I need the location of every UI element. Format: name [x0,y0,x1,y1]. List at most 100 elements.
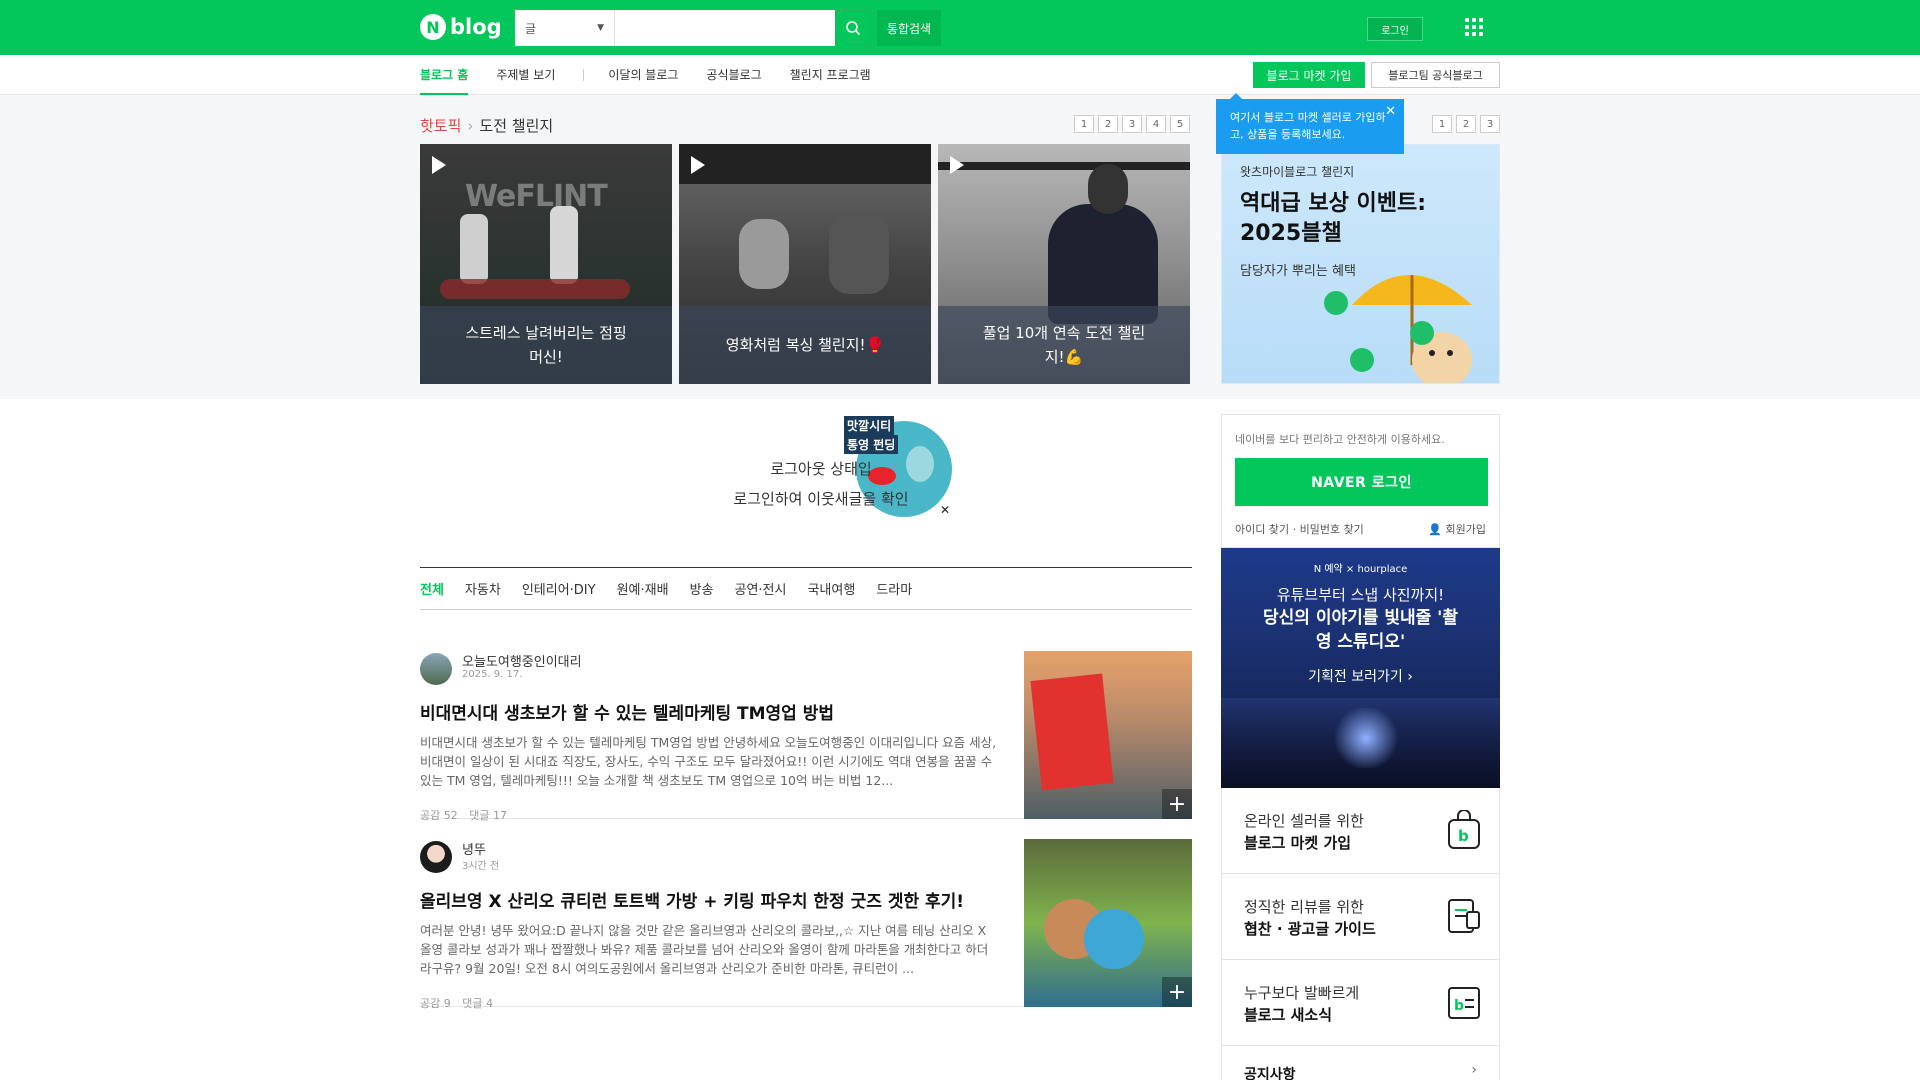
page-button[interactable]: 4 [1146,115,1166,133]
page-button[interactable]: 3 [1122,115,1142,133]
search-button[interactable] [835,10,871,46]
page-button[interactable]: 5 [1170,115,1190,133]
close-icon[interactable]: ✕ [1385,103,1396,120]
post-meta: 공감 9 댓글 4 [420,995,493,1011]
app-menu-icon[interactable] [1465,18,1483,36]
page-button[interactable]: 3 [1480,115,1500,133]
post-excerpt[interactable]: 여러분 안녕! 녕뚜 왔어요:D 끝나지 않을 것만 같은 올리브영과 산리오의… [420,921,998,978]
page-button[interactable]: 1 [1432,115,1452,133]
post-author[interactable]: 녕뚜 [462,839,486,858]
post-item[interactable]: 녕뚜 3시간 전 올리브영 X 산리오 큐티런 토트백 가방 + 키링 파우치 … [420,839,1192,1010]
hot-topic-subject: 도전 챌린지 [479,117,554,135]
avatar[interactable] [420,653,452,685]
promo-line1: 온라인 셀러를 위한 [1244,812,1364,830]
search-input[interactable] [615,10,835,46]
post-title[interactable]: 올리브영 X 산리오 큐티런 토트백 가방 + 키링 파우치 한정 굿즈 겟한 … [420,887,1020,912]
search-scope-value: 글 [525,21,537,36]
tab-category[interactable]: 드라마 [876,579,912,598]
hot-topic-card[interactable]: 영화처럼 복싱 챌린지!🥊 [679,144,931,384]
search-icon [846,21,861,36]
ad-line1: 유튜브부터 스냅 사진까지! [1276,586,1445,604]
challenge-banner[interactable]: 왓츠마이블로그 챌린지 역대급 보상 이벤트: 2025블챌 담당자가 뿌리는 … [1221,144,1500,384]
chevron-down-icon: ▼ [597,23,604,33]
find-id-password-link[interactable]: 아이디 찾기 · 비밀번호 찾기 [1235,521,1364,537]
tab-all[interactable]: 전체 [420,579,444,598]
shopping-bag-icon: b [1448,810,1480,849]
card-caption: 스트레스 날려버리는 점핑 머신! [420,306,672,384]
tab-category[interactable]: 인테리어·DIY [522,579,596,598]
sticker-label: 통영 펀딩 [844,435,899,454]
post-excerpt[interactable]: 비대면시대 생초보가 할 수 있는 텔레마케팅 TM영업 방법 안녕하세요 오늘… [420,733,998,790]
local-nav: 블로그 홈 주제별 보기 이달의 블로그 공식블로그 챌린지 프로그램 블로그 … [0,55,1920,95]
play-icon [691,156,705,174]
nav-challenge-program[interactable]: 챌린지 프로그램 [790,55,871,95]
official-blog-button[interactable]: 블로그팀 공식블로그 [1371,62,1500,88]
nav-divider [583,69,585,81]
post-thumbnail[interactable]: + [1024,651,1192,819]
chevron-right-icon[interactable]: › [1471,1062,1477,1078]
post-likes: 공감 9 [420,997,451,1010]
ad-light-image [1331,708,1401,768]
promo-line2: 블로그 새소식 [1244,1006,1333,1024]
ad-line2: 당신의 이야기를 빛내줄 '촬영 스튜디오' [1263,608,1458,652]
tab-category[interactable]: 방송 [690,579,714,598]
play-icon [950,156,964,174]
avatar[interactable] [420,841,452,873]
hot-topic-card[interactable]: WeFLINT 스트레스 날려버리는 점핑 머신! [420,144,672,384]
integrated-search-button[interactable]: 통합검색 [877,10,941,46]
promo-guide[interactable]: 정직한 리뷰를 위한 협찬 · 광고글 가이드 [1221,874,1500,960]
add-icon[interactable]: + [1162,977,1192,1007]
card-caption: 풀업 10개 연속 도전 챌린지!💪 [938,306,1190,384]
ad-cta: 기획전 보러가기 › [1308,669,1413,685]
hot-topic-label[interactable]: 핫토픽 [420,115,461,136]
hot-topic-card[interactable]: 풀업 10개 연속 도전 챌린지!💪 [938,144,1190,384]
nav-official-blog[interactable]: 공식블로그 [706,55,761,95]
nav-blog-home[interactable]: 블로그 홈 [420,55,469,95]
nav-monthly-blog[interactable]: 이달의 블로그 [608,55,678,95]
page-button[interactable]: 1 [1074,115,1094,133]
hamster-umbrella-illustration [1324,275,1472,383]
post-comments: 댓글 4 [462,997,493,1010]
post-author[interactable]: 오늘도여행중인이대리 [462,651,582,670]
promo-news[interactable]: 누구보다 발빠르게 블로그 새소식 b [1221,960,1500,1046]
page-button[interactable]: 2 [1098,115,1118,133]
logout-line: 로그아웃 상태입 [770,460,872,478]
blog-logo[interactable]: N blog [420,14,502,40]
login-guide: 네이버를 보다 편리하고 안전하게 이용하세요. [1235,433,1445,446]
login-button[interactable]: 로그인 [1367,17,1423,41]
search-scope-select[interactable]: 글 ▼ [515,10,615,46]
blog-market-join-button[interactable]: 블로그 마켓 가입 [1253,62,1365,88]
category-tabs: 전체 자동차 인테리어·DIY 원예·재배 방송 공연·전시 국내여행 드라마 [420,567,1192,610]
svg-text:b: b [1458,827,1469,845]
chevron-right-icon: › [467,116,474,135]
tab-category[interactable]: 자동차 [465,579,501,598]
hot-topic-pager: 1 2 3 4 5 [1074,115,1190,133]
naver-login-button[interactable]: NAVER 로그인 [1235,458,1488,506]
promo-line2: 블로그 마켓 가입 [1244,834,1352,852]
market-tooltip: 여기서 블로그 마켓 셀러로 가입하고, 상품을 등록해보세요. ✕ [1216,93,1404,154]
add-icon[interactable]: + [1162,789,1192,819]
post-meta: 공감 52 댓글 17 [420,807,507,823]
banner-pager: 1 2 3 [1432,115,1500,133]
banner-kicker: 왓츠마이블로그 챌린지 [1240,165,1355,179]
logo-text: blog [450,15,502,39]
studio-ad-banner[interactable]: N 예약 × hourplace 유튜브부터 스냅 사진까지! 당신의 이야기를… [1221,548,1500,788]
promo-market[interactable]: 온라인 셀러를 위한 블로그 마켓 가입 b [1221,788,1500,874]
ad-brand: N 예약 × hourplace [1313,564,1408,575]
notice-title[interactable]: 공지사항 [1244,1064,1296,1080]
tab-category[interactable]: 원예·재배 [617,579,669,598]
page-button[interactable]: 2 [1456,115,1476,133]
document-guide-icon [1448,899,1480,933]
tab-category[interactable]: 국내여행 [807,579,855,598]
post-title[interactable]: 비대면시대 생초보가 할 수 있는 텔레마케팅 TM영업 방법 [420,699,1020,724]
naver-n-icon: N [420,14,446,40]
tab-category[interactable]: 공연·전시 [734,579,786,598]
join-link[interactable]: 👤 회원가입 [1428,521,1486,537]
post-item[interactable]: 오늘도여행중인이대리 2025. 9. 17. 비대면시대 생초보가 할 수 있… [420,651,1192,822]
promo-line1: 정직한 리뷰를 위한 [1244,898,1364,916]
post-date: 2025. 9. 17. [462,669,523,680]
search-box: 글 ▼ [515,10,835,46]
nav-topics[interactable]: 주제별 보기 [496,55,555,95]
card-caption: 영화처럼 복싱 챌린지!🥊 [679,306,931,384]
post-thumbnail[interactable]: + [1024,839,1192,1007]
